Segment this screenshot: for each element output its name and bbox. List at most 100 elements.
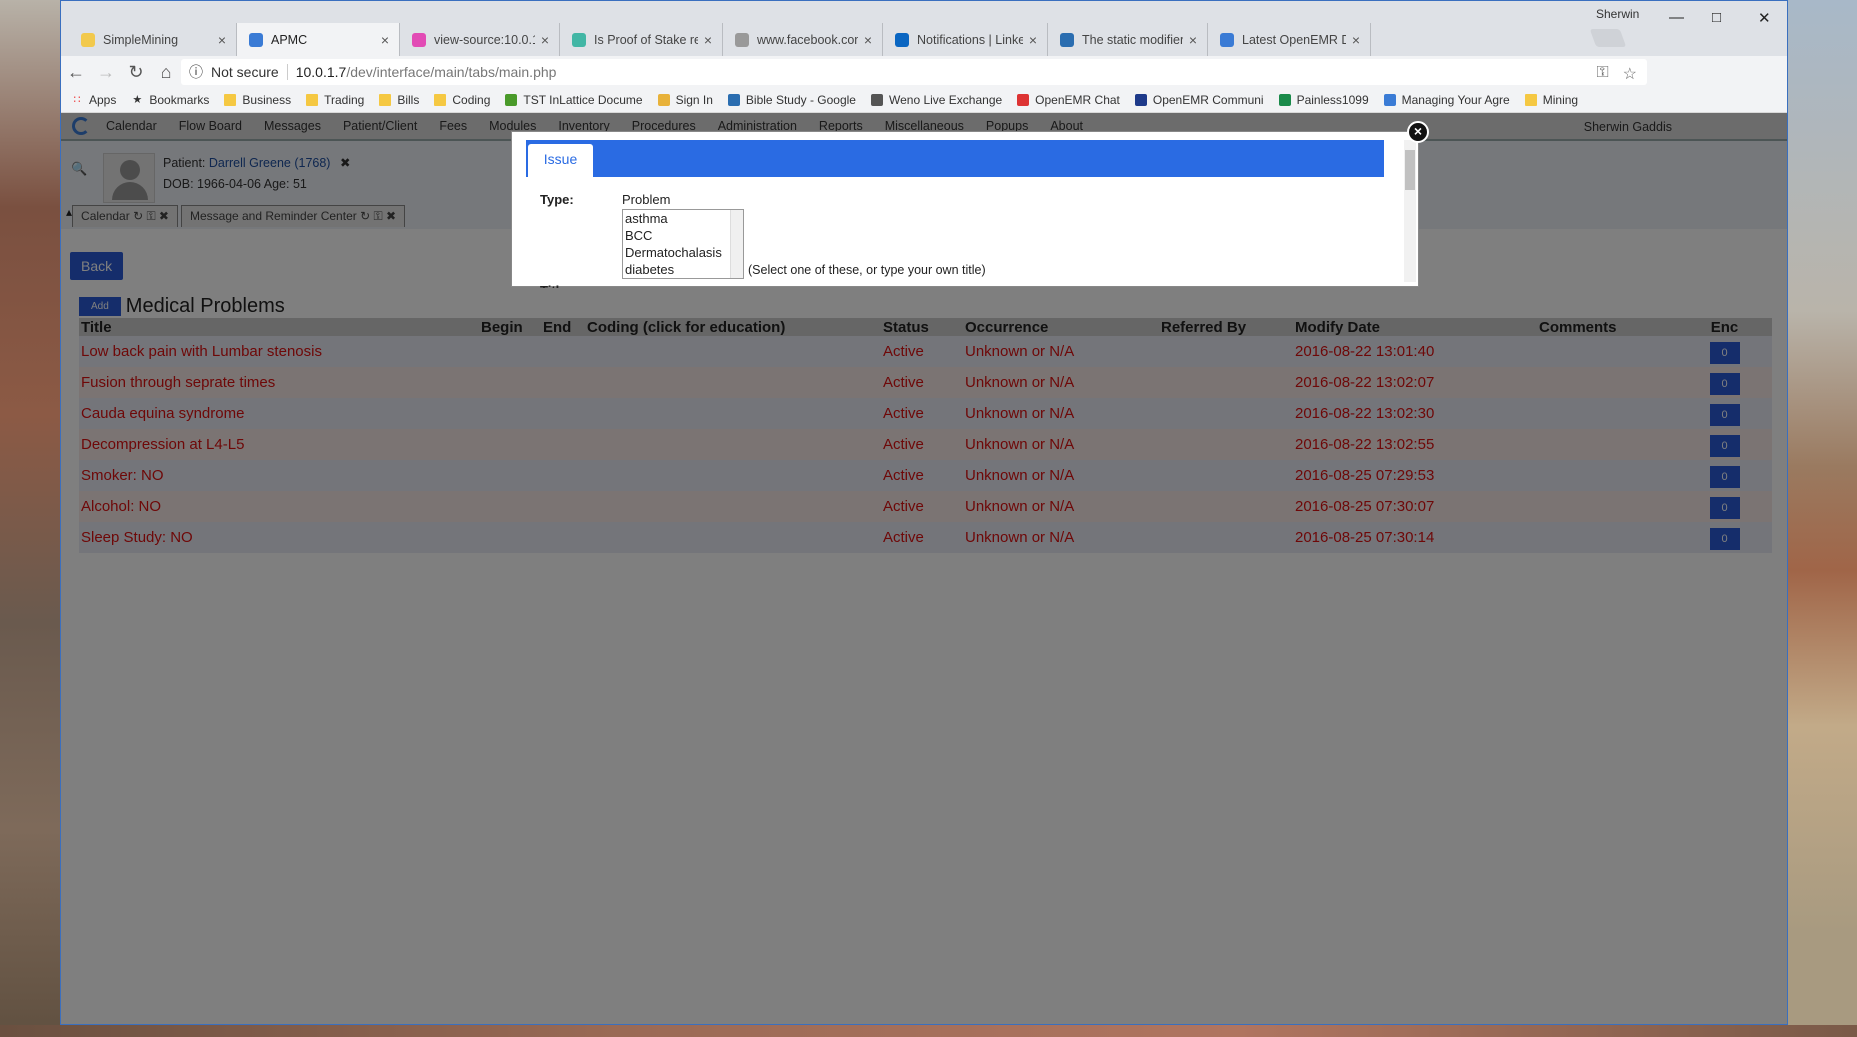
bookmark-item[interactable]: Coding xyxy=(434,93,490,107)
bookmark-item[interactable]: Painless1099 xyxy=(1278,93,1369,107)
bookmark-label: OpenEMR Communi xyxy=(1152,93,1264,107)
bookmark-label: Apps xyxy=(89,93,117,107)
issue-dialog: Issue Type: Problem asthma BCC Dermatochal… xyxy=(511,131,1419,288)
folder-icon xyxy=(434,94,447,106)
forward-arrow-icon[interactable]: → xyxy=(91,62,121,83)
tab-favicon-icon xyxy=(81,32,95,47)
tab-close-icon[interactable]: × xyxy=(218,32,226,48)
url-path: /dev/interface/main/tabs/main.php xyxy=(346,64,557,80)
tab-close-icon[interactable]: × xyxy=(1352,32,1360,48)
tab-favicon-icon xyxy=(735,32,749,47)
bookmark-label: Weno Live Exchange xyxy=(888,93,1003,107)
back-arrow-icon[interactable]: ← xyxy=(61,62,91,83)
bookmark-item[interactable]: Business xyxy=(224,93,291,107)
bookmark-item[interactable]: TST InLattice Docume xyxy=(505,93,643,107)
new-tab-button[interactable] xyxy=(1589,29,1627,47)
chat-icon xyxy=(1017,94,1030,106)
browser-tab[interactable]: Is Proof of Stake really t × xyxy=(560,23,723,56)
list-option[interactable]: Dermatochalasis xyxy=(623,244,743,261)
bookmarks-bar: ∷ Apps ★ Bookmarks Business Trading Bills Codin… xyxy=(61,88,1787,113)
tab-title: Is Proof of Stake really t xyxy=(594,32,698,47)
browser-tab[interactable]: SimpleMining × xyxy=(69,23,237,56)
browser-tab[interactable]: Latest OpenEMR Develo × xyxy=(1208,23,1371,56)
bookmark-label: Sign In xyxy=(675,93,713,107)
info-icon[interactable]: ⓘ xyxy=(189,62,203,82)
bookmark-item[interactable]: Mining xyxy=(1524,93,1579,107)
browser-tab[interactable]: The static modifier: PHP × xyxy=(1048,23,1208,56)
openemr-icon xyxy=(1134,94,1147,106)
browser-tab[interactable]: Notifications | LinkedIn × xyxy=(883,23,1048,56)
bookmark-item[interactable]: OpenEMR Communi xyxy=(1134,93,1264,107)
bookmark-label: OpenEMR Chat xyxy=(1035,93,1120,107)
browser-tab[interactable]: APMC × xyxy=(237,23,400,56)
tab-title: Notifications | LinkedIn xyxy=(917,32,1023,47)
key-icon[interactable]: ⚿ xyxy=(1596,64,1608,84)
close-window-icon[interactable]: ✕ xyxy=(1758,9,1771,27)
tab-close-icon[interactable]: × xyxy=(864,32,872,48)
type-value: Problem xyxy=(622,192,671,207)
weno-icon xyxy=(870,94,883,106)
bookmark-item[interactable]: Weno Live Exchange xyxy=(870,93,1003,107)
tab-favicon-icon xyxy=(1060,32,1074,47)
desktop-wallpaper-left xyxy=(0,0,62,1037)
tab-close-icon[interactable]: × xyxy=(704,32,712,48)
bookmark-label: Bills xyxy=(397,93,420,107)
list-option[interactable]: BCC xyxy=(623,227,743,244)
dialog-scrollbar[interactable] xyxy=(1404,140,1416,282)
browser-tab[interactable]: view-source:10.0.1.7/de × xyxy=(400,23,560,56)
tab-title: www.facebook.com xyxy=(757,32,858,47)
tab-close-icon[interactable]: × xyxy=(381,32,389,48)
bookmark-label: Bookmarks xyxy=(149,93,210,107)
desktop-wallpaper-bottom xyxy=(0,1025,1857,1037)
tab-favicon-icon xyxy=(572,32,586,47)
bookmark-label: Trading xyxy=(324,93,365,107)
reload-icon[interactable]: ↻ xyxy=(121,62,151,83)
tab-issue[interactable]: Issue xyxy=(528,144,593,177)
bookmark-item[interactable]: Managing Your Agre xyxy=(1383,93,1510,107)
browser-tab[interactable]: www.facebook.com × xyxy=(723,23,883,56)
tab-favicon-icon xyxy=(412,32,426,47)
doc-icon xyxy=(505,94,518,106)
bookmark-label: Painless1099 xyxy=(1296,93,1369,107)
star-bookmark-icon[interactable]: ☆ xyxy=(1623,64,1637,84)
tab-favicon-icon xyxy=(249,32,263,47)
bookmark-item[interactable]: Trading xyxy=(306,93,364,107)
bookmark-item[interactable]: OpenEMR Chat xyxy=(1017,93,1120,107)
maximize-icon[interactable]: □ xyxy=(1712,9,1721,26)
tab-close-icon[interactable]: × xyxy=(1189,32,1197,48)
folder-icon xyxy=(379,94,392,106)
title-label: Title: xyxy=(540,283,571,288)
list-option[interactable]: asthma xyxy=(623,210,743,227)
bookmark-item[interactable]: Bills xyxy=(379,93,419,107)
dialog-tab-bar: Issue xyxy=(526,140,1384,177)
minimize-icon[interactable]: — xyxy=(1669,9,1684,26)
tab-close-icon[interactable]: × xyxy=(541,32,549,48)
box-icon xyxy=(1383,94,1396,106)
tab-favicon-icon xyxy=(1220,32,1234,47)
bookmark-item[interactable]: Sign In xyxy=(657,93,713,107)
bookmark-item[interactable]: ∷ Apps xyxy=(71,93,117,107)
tab-close-icon[interactable]: × xyxy=(1029,32,1037,48)
list-option[interactable]: diabetes xyxy=(623,261,743,278)
google-icon xyxy=(727,94,740,106)
folder-icon xyxy=(1524,94,1537,106)
security-label: Not secure xyxy=(211,64,279,80)
issue-title-list[interactable]: asthma BCC Dermatochalasis diabetes xyxy=(622,209,744,279)
tab-favicon-icon xyxy=(895,32,909,47)
home-icon[interactable]: ⌂ xyxy=(151,62,181,83)
bookmark-label: Bible Study - Google xyxy=(745,93,856,107)
desktop-wallpaper-right xyxy=(1787,0,1857,1037)
tab-title: SimpleMining xyxy=(103,32,179,47)
list-scrollbar[interactable] xyxy=(730,210,743,278)
address-bar[interactable]: ⓘ Not secure 10.0.1.7/dev/interface/main… xyxy=(181,59,1647,85)
folder-icon xyxy=(224,94,237,106)
bookmark-label: Mining xyxy=(1542,93,1579,107)
browser-window: SimpleMining×APMC×view-source:10.0.1.7/d… xyxy=(60,0,1788,1025)
bookmark-item[interactable]: ★ Bookmarks xyxy=(131,93,209,107)
dialog-close-icon[interactable]: × xyxy=(1407,121,1429,143)
bookmark-item[interactable]: Bible Study - Google xyxy=(727,93,856,107)
p-icon xyxy=(1278,94,1291,106)
star-icon: ★ xyxy=(132,94,143,106)
bookmark-label: Business xyxy=(242,93,292,107)
profile-name[interactable]: Sherwin xyxy=(1596,7,1639,21)
